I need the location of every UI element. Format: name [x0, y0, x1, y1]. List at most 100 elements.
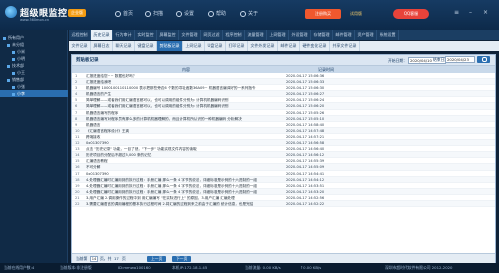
main-tab[interactable]: 屏幕监控 [157, 30, 179, 40]
nav-scan-label: 扫描 [153, 11, 164, 17]
table-row[interactable]: 22 3.需要汇编语言的调用编程的基本执行过程时间 2.将汇编的过程到来之前由于汇… [72, 200, 495, 208]
minimize-icon[interactable]: – [466, 9, 475, 17]
sidebar-item-label: 小李 [17, 91, 25, 96]
column-content: 内容 [182, 67, 190, 72]
sidebar-item-all-users[interactable]: 所有用户 [0, 34, 68, 41]
nav-home[interactable]: 首页 [115, 10, 133, 17]
row-number: 22 [75, 201, 80, 206]
sidebar-item-ungrouped[interactable]: 未分组 [0, 41, 68, 48]
status-online: 当前在线用户数:4 [4, 265, 35, 270]
status-upload: ↑0.00 KB/s [300, 265, 322, 270]
pagination-bar: 当前第 14 页，共 17 页 上一页 下一页 [72, 253, 495, 263]
computer-icon [12, 92, 15, 96]
sidebar-item-user[interactable]: 小王 [0, 69, 68, 76]
computer-icon [12, 50, 15, 54]
sidebar-item-label: 未分组 [12, 42, 24, 47]
nav-help[interactable]: 帮助 [208, 10, 226, 17]
nav-about[interactable]: 关于 [240, 10, 258, 17]
sub-tab[interactable]: 剪贴板记录 [157, 41, 183, 51]
refresh-icon [145, 10, 151, 17]
column-time: 记录时间 [318, 67, 334, 72]
search-icon[interactable] [477, 56, 490, 63]
sub-tab[interactable]: 邮件记录 [278, 41, 300, 51]
sidebar-item-user-selected[interactable]: 小李 [0, 90, 68, 97]
qq-support-button[interactable]: QQ客服 [393, 9, 429, 19]
sidebar-item-user[interactable]: 小明 [0, 55, 68, 62]
app-header: 超级眼监控 www.360mon.cn 企业版 首页 扫描 设置 帮助 关于 注… [0, 0, 499, 30]
sidebar-item-group[interactable]: 技术部 [0, 62, 68, 69]
help-icon [208, 10, 214, 17]
main-tab[interactable]: 行为审计 [113, 30, 135, 40]
status-traffic: 当前流量: 0.00 KB/s [245, 265, 281, 270]
register-button[interactable]: 注册购买 [305, 9, 341, 19]
main-tab[interactable]: 程序控制 [223, 30, 245, 40]
trial-text: 试用版 [350, 11, 362, 16]
record-table: 1 汇报进度给您~~ 数据也好吗？ 2020-04-17 15:06:36 2 汇报进度… [72, 73, 495, 208]
sub-tab[interactable]: 屏幕日志 [91, 41, 113, 51]
sidebar-item-label: 小张 [17, 84, 25, 89]
users-icon [3, 36, 6, 40]
sidebar-item-user[interactable]: 小张 [0, 83, 68, 90]
status-bar: 当前在线用户数:4 当前版本:非注册版 ID:mmwo100160 本机IP:1… [0, 263, 499, 273]
nav-scan[interactable]: 扫描 [145, 10, 163, 17]
next-page-button[interactable]: 下一页 [172, 256, 192, 262]
main-tab[interactable]: 外设管理 [289, 30, 311, 40]
main-function-tabs: 远程控制 历史记录 行为审计 实时监控 屏幕监控 文件管理 网页过滤 程序控制 流量管理 上网管理… [69, 30, 499, 40]
main-tab[interactable]: 文件管理 [179, 30, 201, 40]
main-tab[interactable]: 实时监控 [135, 30, 157, 40]
main-tab[interactable]: 远程控制 [69, 30, 91, 40]
prev-page-button[interactable]: 上一页 [147, 256, 167, 262]
logo-icon [5, 6, 17, 18]
sub-tab[interactable]: 上网记录 [183, 41, 205, 51]
folder-icon [7, 64, 10, 68]
row-time: 2020-04-17 14:52:22 [286, 201, 325, 206]
status-license: 当前版本:非注册版 [60, 265, 92, 270]
gear-icon [176, 10, 182, 17]
edition-badge: 企业版 [68, 9, 86, 17]
status-id: ID:mmwo100160 [118, 265, 151, 270]
sidebar-item-label: 小米 [17, 49, 25, 54]
nav-about-label: 关于 [248, 11, 259, 17]
main-tab[interactable]: 存储管理 [311, 30, 333, 40]
sidebar-item-label: 技术部 [12, 63, 24, 68]
sub-tab[interactable]: 文件记录 [69, 41, 91, 51]
status-ip: 本机IP:172.18.1.45 [172, 265, 208, 270]
main-tab[interactable]: 邮件管理 [333, 30, 355, 40]
sub-tab[interactable]: 聊天记录 [113, 41, 135, 51]
main-tab[interactable]: 系统设置 [377, 30, 399, 40]
end-date-field[interactable]: 2020/04/23 [445, 56, 475, 63]
sub-tab[interactable]: 硬件变化记录 [300, 41, 330, 51]
history-sub-tabs: 文件记录 屏幕日志 聊天记录 键盘记录 剪贴板记录 上网记录 U盘记录 打印记录 文件外发记录邮… [69, 41, 499, 51]
main-tab[interactable]: 上网管理 [267, 30, 289, 40]
folder-icon [7, 78, 10, 82]
home-icon [115, 10, 121, 17]
sidebar: 所有用户 未分组 小米 小明 技术部 小王 销售部 小张 小李 [0, 30, 68, 263]
sidebar-item-label: 所有用户 [8, 35, 24, 40]
sub-tab[interactable]: 打印记录 [226, 41, 248, 51]
sidebar-item-label: 销售部 [12, 77, 24, 82]
sub-tab[interactable]: U盘记录 [205, 41, 226, 51]
status-company: 深圳市超时代软件有限公司 2012-2020 [385, 265, 453, 270]
close-icon[interactable]: × [481, 9, 490, 17]
row-content: 3.需要汇编语言的调用编程的基本执行过程时间 2.将汇编的过程到来之前由于汇编的… [86, 201, 254, 206]
computer-icon [12, 57, 15, 61]
brand-subtitle: www.360mon.cn [20, 18, 50, 22]
computer-icon [12, 85, 15, 89]
nav-home-label: 首页 [123, 11, 134, 17]
info-icon [240, 10, 246, 17]
menu-icon[interactable]: ≡ [452, 9, 461, 17]
sub-tab[interactable]: 文件外发记录 [248, 41, 278, 51]
sidebar-item-group[interactable]: 销售部 [0, 76, 68, 83]
main-tab[interactable]: 网页过滤 [201, 30, 223, 40]
main-tab[interactable]: 流量管理 [245, 30, 267, 40]
nav-help-label: 帮助 [216, 11, 227, 17]
sub-tab[interactable]: 键盘记录 [135, 41, 157, 51]
sidebar-item-user[interactable]: 小米 [0, 48, 68, 55]
clipboard-record-panel: 剪贴板记录 开始日期： 2020/04/10 内容 记录时间 1 汇报进度给您~~… [71, 54, 496, 264]
nav-settings[interactable]: 设置 [176, 10, 194, 17]
sidebar-item-label: 小明 [17, 56, 25, 61]
page-current-input[interactable]: 14 [90, 256, 98, 262]
main-tab[interactable]: 历史记录 [91, 30, 113, 40]
sub-tab[interactable]: 共享文件记录 [330, 41, 360, 51]
main-tab[interactable]: 资产管理 [355, 30, 377, 40]
